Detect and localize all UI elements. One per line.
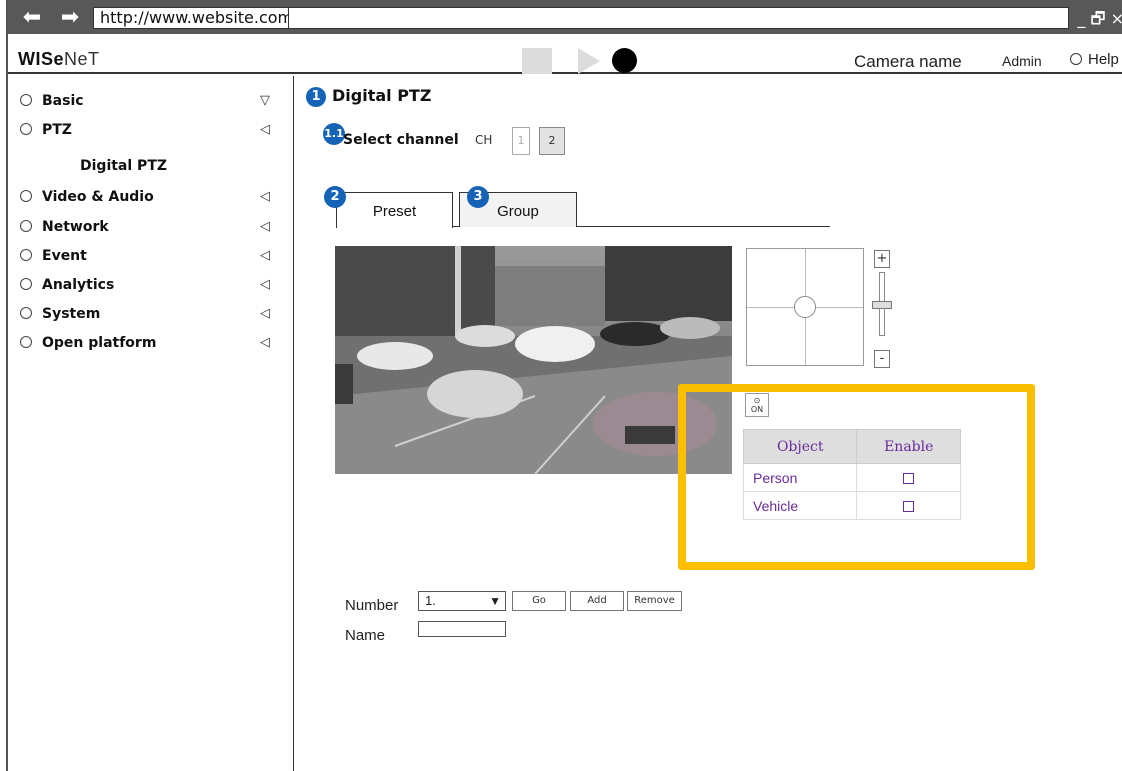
- chevron-left-icon: ◁: [260, 277, 270, 292]
- browser-toolbar: ⬅ ➡ http://www.website.com/ _ 🗗 ×: [8, 0, 1122, 34]
- channel-1-button[interactable]: 1: [512, 127, 530, 155]
- help-circle-icon: [1070, 53, 1082, 65]
- step-badge: 2: [324, 186, 346, 208]
- chevron-down-icon: ▽: [260, 93, 270, 108]
- radio-icon: [20, 336, 32, 348]
- main-content: 1 Digital PTZ 1.1 Select channel CH 1 2 P…: [295, 76, 1122, 771]
- radio-icon: [20, 123, 32, 135]
- window-controls[interactable]: _ 🗗 ×: [1077, 8, 1122, 35]
- record-button[interactable]: [612, 48, 637, 73]
- sidebar: Basic ▽ PTZ ◁ Digital PTZ Video & Audio ◁ N…: [8, 76, 294, 771]
- sidebar-item-system[interactable]: System ◁: [20, 306, 280, 328]
- channel-2-button[interactable]: 2: [539, 127, 565, 155]
- tab-preset[interactable]: Preset: [336, 192, 453, 228]
- name-label: Name: [345, 627, 386, 644]
- sidebar-subitem-digital-ptz[interactable]: Digital PTZ: [80, 158, 167, 174]
- parking-lot-image: [335, 246, 732, 474]
- sidebar-item-network[interactable]: Network ◁: [20, 219, 280, 241]
- chevron-left-icon: ◁: [260, 306, 270, 321]
- video-preview[interactable]: [335, 246, 732, 474]
- preset-number-select[interactable]: 1. ▼: [418, 591, 506, 611]
- sidebar-item-ptz[interactable]: PTZ ◁: [20, 122, 280, 144]
- radio-icon: [20, 278, 32, 290]
- preset-name-input[interactable]: [418, 621, 506, 637]
- play-button[interactable]: [578, 48, 600, 74]
- radio-icon: [20, 307, 32, 319]
- chevron-left-icon: ◁: [260, 189, 270, 204]
- add-button[interactable]: Add: [570, 591, 624, 611]
- radio-icon: [20, 249, 32, 261]
- sidebar-item-open-platform[interactable]: Open platform ◁: [20, 335, 280, 357]
- app-window: ⬅ ➡ http://www.website.com/ _ 🗗 × WISeNe…: [6, 0, 1122, 771]
- sidebar-item-basic[interactable]: Basic ▽: [20, 93, 280, 115]
- chevron-left-icon: ◁: [260, 248, 270, 263]
- zoom-slider-handle[interactable]: [872, 301, 892, 309]
- step-badge: 1: [306, 87, 326, 107]
- radio-icon: [20, 220, 32, 232]
- step-badge: 3: [467, 186, 489, 208]
- stop-button[interactable]: [522, 48, 552, 74]
- radio-icon: [20, 94, 32, 106]
- page-title: 1 Digital PTZ: [306, 86, 431, 107]
- highlight-box: [678, 384, 1035, 570]
- address-bar[interactable]: http://www.website.com/: [93, 7, 299, 29]
- app-header: WISeNeT Camera name Admin Help: [8, 34, 1122, 74]
- radio-icon: [20, 190, 32, 202]
- ptz-control-pad[interactable]: [746, 248, 864, 366]
- ch-label: CH: [475, 133, 493, 147]
- chevron-left-icon: ◁: [260, 122, 270, 137]
- dropdown-arrow-icon: ▼: [489, 594, 501, 608]
- chevron-left-icon: ◁: [260, 335, 270, 350]
- chevron-left-icon: ◁: [260, 219, 270, 234]
- wisenet-logo: WISeNeT: [18, 49, 100, 69]
- number-label: Number: [345, 597, 399, 614]
- address-bar-extension[interactable]: [289, 7, 1069, 29]
- camera-name: Camera name: [854, 52, 962, 71]
- select-channel-label: Select channel: [343, 132, 459, 148]
- help-link[interactable]: Help: [1070, 51, 1119, 68]
- user-label[interactable]: Admin: [1002, 53, 1042, 69]
- zoom-out-button[interactable]: -: [874, 350, 890, 368]
- forward-arrow-icon[interactable]: ➡: [52, 7, 88, 29]
- zoom-in-button[interactable]: +: [874, 250, 890, 268]
- back-arrow-icon[interactable]: ⬅: [14, 7, 50, 29]
- sidebar-item-event[interactable]: Event ◁: [20, 248, 280, 270]
- remove-button[interactable]: Remove: [627, 591, 682, 611]
- ptz-joystick-handle[interactable]: [794, 296, 816, 318]
- sidebar-item-analytics[interactable]: Analytics ◁: [20, 277, 280, 299]
- step-badge: 1.1: [323, 123, 345, 145]
- go-button[interactable]: Go: [512, 591, 566, 611]
- sidebar-item-video-audio[interactable]: Video & Audio ◁: [20, 189, 280, 211]
